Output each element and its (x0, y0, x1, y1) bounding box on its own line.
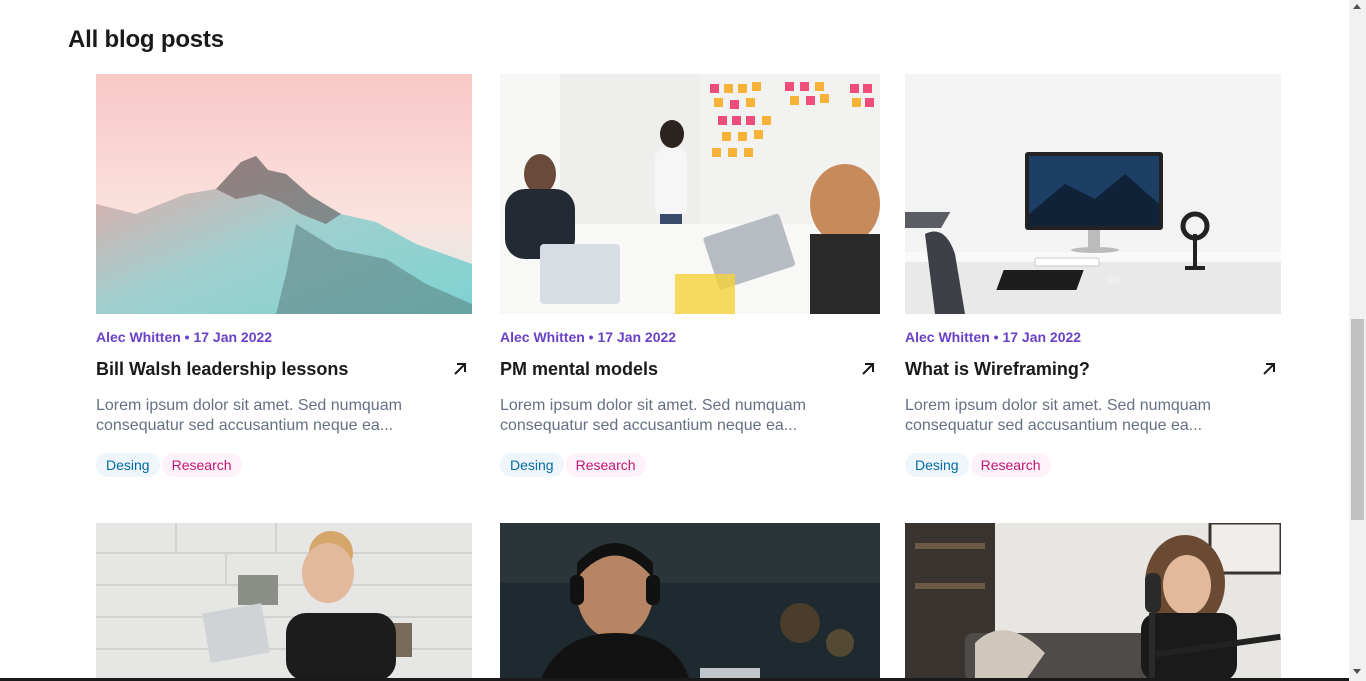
post-image-podcast[interactable] (905, 523, 1281, 681)
post-title-row[interactable]: Bill Walsh leadership lessons (96, 357, 472, 381)
arrow-up-right-icon[interactable] (1257, 357, 1281, 381)
tag-design[interactable]: Desing (96, 453, 160, 477)
post-title-row[interactable]: PM mental models (500, 357, 880, 381)
post-title-row[interactable]: What is Wireframing? (905, 357, 1281, 381)
post-title[interactable]: Bill Walsh leadership lessons (96, 359, 348, 380)
scroll-down-arrow-icon[interactable] (1353, 669, 1361, 674)
post-meta: Alec Whitten • 17 Jan 2022 (96, 329, 273, 345)
post-image-desk[interactable] (905, 74, 1281, 314)
arrow-up-right-icon[interactable] (448, 357, 472, 381)
tag-design[interactable]: Desing (500, 453, 564, 477)
post-tags: Desing Research (500, 453, 880, 477)
tag-research[interactable]: Research (565, 453, 646, 477)
blog-card[interactable] (905, 523, 1281, 681)
post-tags: Desing Research (905, 453, 1281, 477)
blog-page: All blog posts Alec Whitten • 17 Jan 202… (0, 0, 1349, 681)
vertical-scrollbar[interactable] (1349, 0, 1366, 681)
post-excerpt: Lorem ipsum dolor sit amet. Sed numquam … (500, 397, 806, 434)
blog-card[interactable] (500, 523, 880, 681)
tag-research[interactable]: Research (970, 453, 1051, 477)
tag-design[interactable]: Desing (905, 453, 969, 477)
scroll-thumb[interactable] (1351, 319, 1364, 520)
post-excerpt: Lorem ipsum dolor sit amet. Sed numquam … (96, 397, 402, 434)
post-title[interactable]: PM mental models (500, 359, 658, 380)
arrow-up-right-icon[interactable] (856, 357, 880, 381)
post-meta: Alec Whitten • 17 Jan 2022 (905, 329, 1082, 345)
blog-card[interactable] (96, 523, 472, 681)
post-tags: Desing Research (96, 453, 472, 477)
scroll-up-arrow-icon[interactable] (1353, 4, 1361, 9)
section-title: All blog posts (68, 26, 224, 53)
post-image-wall[interactable] (96, 523, 472, 681)
post-excerpt: Lorem ipsum dolor sit amet. Sed numquam … (905, 397, 1211, 434)
tag-research[interactable]: Research (161, 453, 242, 477)
blog-card[interactable]: Alec Whitten • 17 Jan 2022 What is Wiref… (905, 74, 1281, 477)
blog-card[interactable]: Alec Whitten • 17 Jan 2022 Bill Walsh le… (96, 74, 472, 477)
post-meta: Alec Whitten • 17 Jan 2022 (500, 329, 677, 345)
post-title[interactable]: What is Wireframing? (905, 359, 1090, 380)
post-image-headphones[interactable] (500, 523, 880, 681)
blog-card[interactable]: Alec Whitten • 17 Jan 2022 PM mental mod… (500, 74, 880, 477)
post-image-mountain[interactable] (96, 74, 472, 314)
post-image-meeting[interactable] (500, 74, 880, 314)
